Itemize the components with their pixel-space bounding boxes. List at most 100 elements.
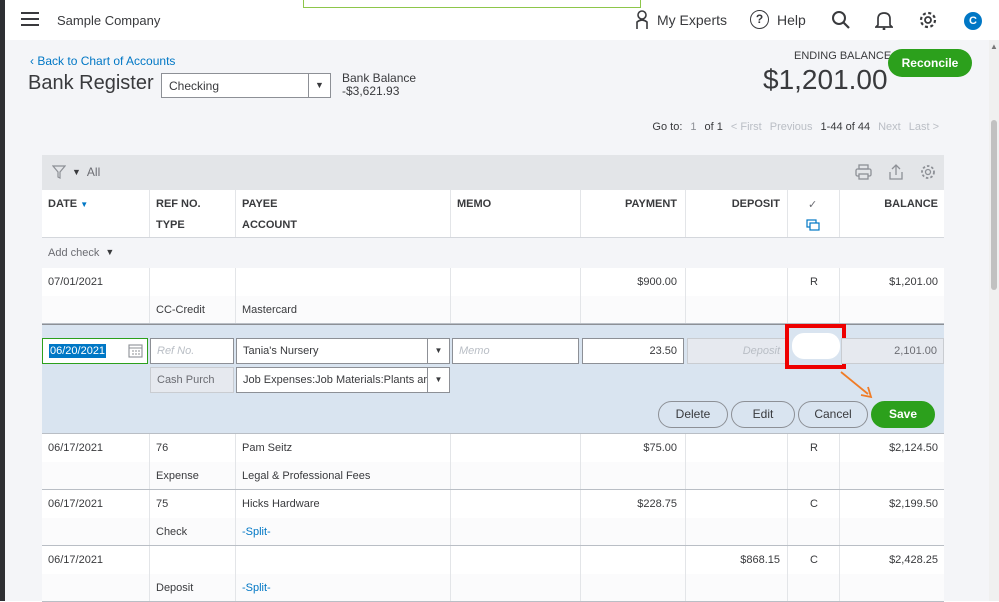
header-check: ✓	[808, 199, 818, 211]
page-number-link[interactable]: 1	[690, 121, 696, 133]
table-row[interactable]: 07/01/2021 $900.00 R $1,201.00 CC-Credit…	[42, 268, 944, 324]
page-content: ‹ Back to Chart of Accounts Bank Registe…	[5, 40, 999, 602]
back-to-chart-of-accounts-link[interactable]: ‹ Back to Chart of Accounts	[30, 54, 175, 68]
avatar[interactable]: C	[964, 12, 982, 30]
type-field: Cash Purch	[150, 367, 234, 393]
filter-icon	[52, 165, 66, 179]
page-of-label: of 1	[704, 121, 723, 133]
split-link[interactable]: -Split-	[242, 526, 271, 538]
chevron-down-icon[interactable]: ▼	[427, 339, 449, 363]
page-title: Bank Register	[28, 72, 154, 94]
row-payment: $228.75	[637, 498, 677, 510]
copy-icon[interactable]	[806, 219, 820, 231]
row-type: Deposit	[156, 582, 194, 594]
settings-gear-icon[interactable]	[920, 164, 936, 180]
ending-balance-label: ENDING BALANCE	[794, 50, 892, 62]
row-ref: 75	[156, 498, 169, 510]
save-button[interactable]: Save	[871, 401, 935, 428]
row-status: R	[810, 276, 818, 288]
calendar-icon[interactable]	[128, 343, 143, 358]
cancel-button[interactable]: Cancel	[798, 401, 868, 428]
scrollbar[interactable]: ▲	[989, 40, 999, 601]
my-experts-button[interactable]: My Experts	[635, 10, 727, 30]
gear-icon[interactable]	[918, 10, 938, 30]
scroll-up-icon[interactable]: ▲	[990, 42, 998, 51]
ref-no-field[interactable]: Ref No.	[150, 338, 234, 364]
first-page-link[interactable]: < First	[731, 121, 762, 133]
row-account: Legal & Professional Fees	[242, 470, 371, 482]
account-value: Job Expenses:Job Materials:Plants ar	[243, 374, 428, 386]
header-balance: BALANCE	[884, 198, 938, 210]
filter-button[interactable]: ▼ All	[52, 165, 100, 179]
account-select[interactable]: Checking ▼	[161, 73, 331, 98]
row-type: Expense	[156, 470, 199, 482]
ending-balance-amount: $1,201.00	[763, 64, 888, 95]
bank-balance-value: -$3,621.93	[342, 84, 400, 98]
delete-button[interactable]: Delete	[658, 401, 728, 428]
print-icon[interactable]	[855, 164, 872, 180]
top-bar: Sample Company My Experts ? Help C	[5, 0, 999, 40]
my-experts-label: My Experts	[657, 12, 728, 28]
help-label: Help	[777, 11, 806, 28]
payment-field[interactable]: 23.50	[582, 338, 684, 364]
company-name: Sample Company	[57, 13, 161, 28]
payee-field[interactable]: Tania's Nursery ▼	[236, 338, 450, 364]
top-search-field[interactable]	[303, 0, 641, 8]
row-payee: Hicks Hardware	[242, 498, 320, 510]
row-payment: $900.00	[637, 276, 677, 288]
pagination: Go to: 1 of 1 < First Previous 1-44 of 4…	[652, 121, 939, 133]
bank-balance: Bank Balance -$3,621.93	[342, 72, 416, 98]
table-row[interactable]: 06/17/2021 $868.15 C $2,428.25 Deposit -…	[42, 546, 944, 602]
add-check-label: Add check	[48, 247, 100, 259]
header-payee: PAYEE	[242, 198, 278, 210]
row-balance: $2,199.50	[889, 498, 938, 510]
split-link[interactable]: -Split-	[242, 582, 271, 594]
date-field[interactable]: 06/20/2021	[42, 338, 148, 364]
person-icon	[636, 10, 648, 29]
caret-down-icon: ▼	[105, 247, 115, 257]
search-icon[interactable]	[831, 10, 851, 30]
header-date[interactable]: DATE ▼	[48, 198, 88, 210]
range-label: 1-44 of 44	[820, 121, 871, 133]
header-account: ACCOUNT	[242, 219, 297, 231]
caret-down-icon: ▼	[72, 167, 81, 177]
account-field[interactable]: Job Expenses:Job Materials:Plants ar ▼	[236, 367, 450, 393]
reconcile-button[interactable]: Reconcile	[888, 49, 972, 77]
goto-label: Go to:	[652, 121, 683, 133]
row-status: C	[810, 554, 818, 566]
table-row[interactable]: 06/17/2021 75 Hicks Hardware $228.75 C $…	[42, 490, 944, 546]
date-value: 06/20/2021	[49, 344, 107, 358]
row-status: R	[810, 442, 818, 454]
back-link-label: Back to Chart of Accounts	[37, 54, 176, 68]
filter-label: All	[86, 165, 101, 179]
row-balance: $2,124.50	[889, 442, 938, 454]
last-page-link[interactable]: Last >	[909, 121, 939, 133]
row-date: 06/17/2021	[48, 442, 104, 454]
bell-icon[interactable]	[875, 10, 893, 30]
row-deposit: $868.15	[740, 554, 780, 566]
row-type: CC-Credit	[156, 304, 205, 316]
chevron-down-icon[interactable]: ▼	[308, 74, 330, 97]
add-check-button[interactable]: Add check ▼	[42, 238, 944, 268]
hamburger-menu-icon[interactable]	[21, 12, 39, 26]
header-ref: REF NO.	[156, 198, 201, 210]
row-type: Check	[156, 526, 188, 538]
scrollbar-thumb[interactable]	[991, 120, 997, 290]
next-page-link[interactable]: Next	[878, 121, 901, 133]
highlight-box	[785, 324, 846, 369]
memo-field[interactable]: Memo	[452, 338, 579, 364]
row-payee: Pam Seitz	[242, 442, 293, 454]
export-icon[interactable]	[888, 164, 904, 180]
table-header: DATE ▼ REF NO. TYPE PAYEE ACCOUNT MEMO P…	[42, 190, 944, 238]
deposit-field: Deposit	[687, 338, 787, 364]
edit-button[interactable]: Edit	[731, 401, 795, 428]
row-date: 06/17/2021	[48, 554, 104, 566]
register-table: ▼ All DATE ▼ REF NO. TYPE PAYEE ACCOUNT …	[42, 155, 944, 602]
header-memo: MEMO	[457, 198, 492, 210]
previous-page-link[interactable]: Previous	[770, 121, 813, 133]
help-icon: ?	[750, 10, 769, 29]
table-row[interactable]: 06/17/2021 76 Pam Seitz $75.00 R $2,124.…	[42, 434, 944, 490]
row-status: C	[810, 498, 818, 510]
help-button[interactable]: ? Help	[750, 10, 806, 29]
chevron-down-icon[interactable]: ▼	[427, 368, 449, 392]
